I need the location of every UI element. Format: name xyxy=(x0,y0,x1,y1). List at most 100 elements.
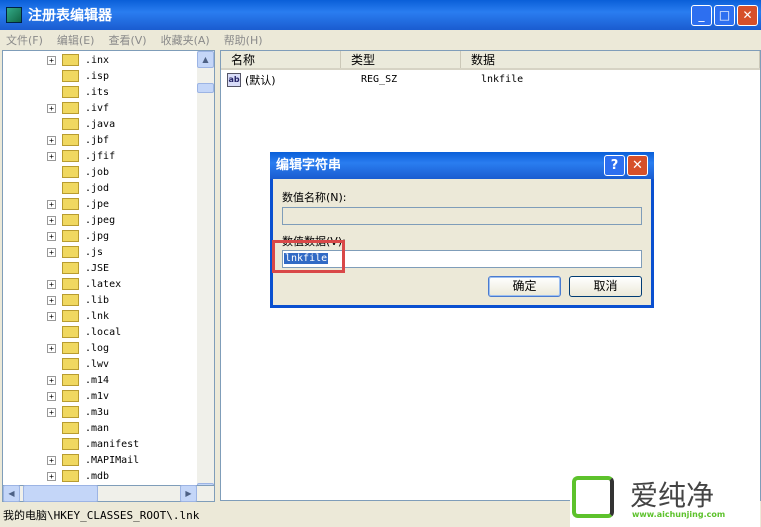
menu-file[interactable]: 文件(F) xyxy=(6,32,43,48)
hscroll-thumb[interactable] xyxy=(23,485,98,502)
expand-icon xyxy=(47,184,56,193)
expand-icon[interactable]: + xyxy=(47,151,56,161)
tree-item[interactable]: + .mdb xyxy=(47,468,109,484)
menu-help[interactable]: 帮助(H) xyxy=(224,32,263,48)
expand-icon[interactable]: + xyxy=(47,231,56,241)
folder-icon xyxy=(62,342,79,354)
tree-item[interactable]: + .jpg xyxy=(47,228,109,244)
tree-item-label: .jbf xyxy=(85,134,110,146)
tree-item[interactable]: + .ivf xyxy=(47,100,109,116)
value-name: (默认) xyxy=(245,73,276,87)
tree-item[interactable]: + .inx xyxy=(47,52,109,68)
expand-icon[interactable]: + xyxy=(47,311,56,321)
tree-item[interactable]: + .latex xyxy=(47,276,121,292)
expand-icon[interactable]: + xyxy=(47,343,56,353)
tree-item[interactable]: .java xyxy=(47,116,115,132)
expand-icon[interactable]: + xyxy=(47,471,56,481)
expand-icon xyxy=(47,168,56,177)
column-name[interactable]: 名称 xyxy=(221,51,341,68)
expand-icon[interactable]: + xyxy=(47,407,56,417)
tree-item-label: .java xyxy=(85,118,116,130)
scroll-right-button[interactable]: ▶ xyxy=(180,485,197,502)
expand-icon xyxy=(47,440,56,449)
menu-edit[interactable]: 编辑(E) xyxy=(57,32,95,48)
expand-icon[interactable]: + xyxy=(47,295,56,305)
menu-favorites[interactable]: 收藏夹(A) xyxy=(161,32,210,48)
tree-item-label: .m3u xyxy=(85,406,110,418)
expand-icon[interactable]: + xyxy=(47,247,56,257)
expand-icon xyxy=(47,72,56,81)
tree-item[interactable]: .local xyxy=(47,324,121,340)
tree-item[interactable]: .lwv xyxy=(47,356,109,372)
expand-icon xyxy=(47,328,56,337)
tree-vertical-scrollbar[interactable]: ▲ ▼ xyxy=(197,51,214,500)
tree-item-label: .its xyxy=(85,86,110,98)
tree-item[interactable]: .isp xyxy=(47,68,109,84)
tree-item-label: .log xyxy=(85,342,110,354)
expand-icon[interactable]: + xyxy=(47,279,56,289)
tree-item[interactable]: + .lnk xyxy=(47,308,109,324)
tree-item[interactable]: + .m1v xyxy=(47,388,109,404)
tree-item[interactable]: + .jfif xyxy=(47,148,115,164)
folder-icon xyxy=(62,182,79,194)
tree-item-label: .isp xyxy=(85,70,110,82)
tree-item-label: .latex xyxy=(85,278,122,290)
expand-icon[interactable]: + xyxy=(47,135,56,145)
ok-button[interactable]: 确定 xyxy=(488,276,561,297)
tree-item[interactable]: + .log xyxy=(47,340,109,356)
tree-item-label: .manifest xyxy=(85,438,140,450)
list-row[interactable]: ab (默认) REG_SZ lnkfile xyxy=(227,71,523,88)
tree-item[interactable]: + .m3u xyxy=(47,404,109,420)
close-button[interactable]: ✕ xyxy=(737,5,758,26)
scroll-left-button[interactable]: ◀ xyxy=(3,485,20,502)
tree-item-label: .ivf xyxy=(85,102,110,114)
expand-icon[interactable]: + xyxy=(47,455,56,465)
folder-icon xyxy=(62,246,79,258)
scroll-up-button[interactable]: ▲ xyxy=(197,51,214,68)
tree-item[interactable]: + .m14 xyxy=(47,372,109,388)
tree-item[interactable]: .man xyxy=(47,420,109,436)
folder-icon xyxy=(62,326,79,338)
minimize-button[interactable]: _ xyxy=(691,5,712,26)
expand-icon xyxy=(47,360,56,369)
expand-icon[interactable]: + xyxy=(47,199,56,209)
tree-item[interactable]: .jod xyxy=(47,180,109,196)
expand-icon[interactable]: + xyxy=(47,55,56,65)
tree-item[interactable]: .manifest xyxy=(47,436,139,452)
tree-item[interactable]: .its xyxy=(47,84,109,100)
folder-icon xyxy=(62,86,79,98)
tree-item[interactable]: + .js xyxy=(47,244,103,260)
tree-item-label: .man xyxy=(85,422,110,434)
dialog-close-button[interactable]: ✕ xyxy=(627,155,648,176)
tree-item[interactable]: .job xyxy=(47,164,109,180)
tree-item[interactable]: + .MAPIMail xyxy=(47,452,139,468)
scroll-thumb[interactable] xyxy=(197,83,214,93)
value-data: lnkfile xyxy=(481,74,524,85)
cancel-button[interactable]: 取消 xyxy=(569,276,642,297)
tree-item[interactable]: + .jpeg xyxy=(47,212,115,228)
tree-item-label: .lnk xyxy=(85,310,110,322)
column-type[interactable]: 类型 xyxy=(341,51,461,68)
maximize-button[interactable]: □ xyxy=(714,5,735,26)
tree-item-label: .inx xyxy=(85,54,110,66)
folder-icon xyxy=(62,118,79,130)
menu-view[interactable]: 查看(V) xyxy=(108,32,146,48)
highlight-box xyxy=(272,240,345,273)
logo-text: 爱纯净 xyxy=(630,479,715,512)
tree-item-label: .mdb xyxy=(85,470,110,482)
expand-icon[interactable]: + xyxy=(47,375,56,385)
value-name-field[interactable] xyxy=(282,207,642,225)
help-button[interactable]: ? xyxy=(604,155,625,176)
folder-icon xyxy=(62,262,79,274)
tree-item[interactable]: + .lib xyxy=(47,292,109,308)
tree-item[interactable]: .JSE xyxy=(47,260,109,276)
expand-icon[interactable]: + xyxy=(47,103,56,113)
tree-item[interactable]: + .jpe xyxy=(47,196,109,212)
column-data[interactable]: 数据 xyxy=(461,51,760,68)
folder-icon xyxy=(62,438,79,450)
expand-icon[interactable]: + xyxy=(47,215,56,225)
folder-icon xyxy=(62,310,79,322)
tree-item[interactable]: + .jbf xyxy=(47,132,109,148)
expand-icon[interactable]: + xyxy=(47,391,56,401)
tree-horizontal-scrollbar[interactable]: ◀ ▶ xyxy=(2,485,215,502)
